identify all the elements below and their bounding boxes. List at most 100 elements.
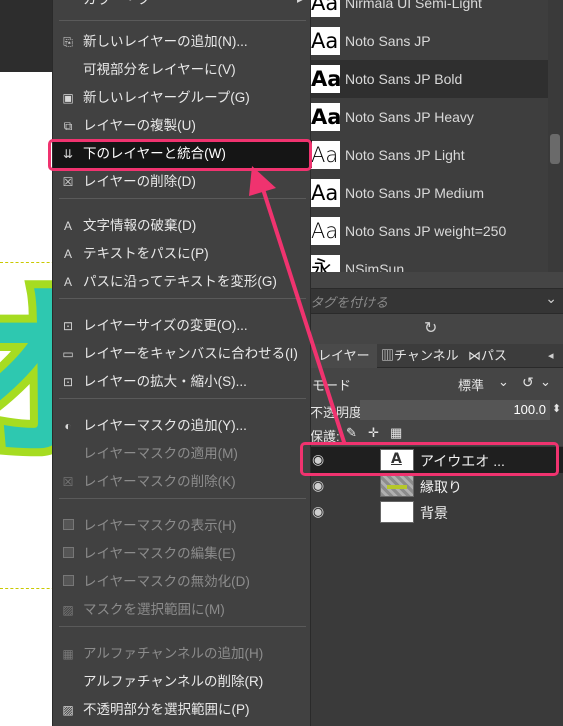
menu-separator (59, 398, 306, 399)
menu-item: レイヤーマスクの編集(E) (53, 540, 312, 568)
chevron-down-icon[interactable]: ⌄ (498, 374, 509, 390)
menu-item-label: レイヤーマスクの削除(K) (83, 474, 236, 489)
menu-separator (59, 198, 306, 199)
scrollbar-thumb[interactable] (550, 134, 560, 164)
lock-alpha-icon[interactable]: ▦ (390, 425, 402, 441)
font-preview: Aa (310, 27, 340, 55)
font-name: Nirmala UI Semi-Light (345, 0, 482, 11)
menu-item-label: 可視部分をレイヤーに(V) (83, 62, 236, 77)
duplicate-layer-icon: ⧉ (63, 119, 73, 133)
tab-channels[interactable]: ▥チャンネル (378, 344, 468, 368)
dock-tabs: レイヤー ▥チャンネル ⋈パス ◂ (300, 344, 563, 368)
font-list-item[interactable]: 永 NSimSun (300, 250, 550, 272)
layers-list: ◉ A アイウエオ ... ◉ 縁取り ◉ 背景 (300, 446, 563, 726)
tag-bar[interactable]: タグを付ける ⌄ (300, 288, 563, 314)
menu-item[interactable]: ▭ レイヤーをキャンバスに合わせる(I) (53, 340, 312, 368)
font-list-item[interactable]: Aa Noto Sans JP Heavy (300, 98, 550, 136)
checkbox-icon (61, 547, 75, 561)
menu-item-color-tag[interactable]: カラー・フー ▸ (53, 0, 312, 14)
mode-select[interactable]: 標準 (458, 375, 484, 394)
menu-item[interactable]: ⇊ 下のレイヤーと統合(W) (53, 140, 312, 168)
tag-input[interactable]: タグを付ける (310, 292, 388, 311)
lock-row: 保護: ✎ ✛ ▦ (300, 424, 563, 444)
font-list-item[interactable]: Aa Noto Sans JP Medium (300, 174, 550, 212)
mode-label: モード (312, 378, 352, 393)
eye-icon[interactable]: ◉ (312, 478, 324, 494)
menu-item[interactable]: A パスに沿ってテキストを変形(G) (53, 268, 312, 296)
layer-row[interactable]: ◉ 縁取り (300, 473, 563, 499)
menu-item[interactable]: A テキストをパスに(P) (53, 240, 312, 268)
delete-layer-icon: ☒ (62, 175, 74, 189)
menu-item-label: レイヤーの削除(D) (83, 174, 196, 189)
menu-item[interactable]: 可視部分をレイヤーに(V) (53, 56, 312, 84)
new-layer-group-icon: ▣ (62, 91, 74, 105)
layer-size-icon: ⊡ (62, 319, 74, 333)
font-list-item[interactable]: Aa Noto Sans JP Light (300, 136, 550, 174)
font-name: Noto Sans JP weight=250 (345, 223, 507, 239)
chevron-down-icon[interactable]: ⌄ (545, 291, 557, 307)
menu-item: ▨ マスクを選択範囲に(M) (53, 596, 312, 624)
menu-item-label: レイヤーをキャンバスに合わせる(I) (83, 346, 298, 361)
tab-paths-label: パス (481, 348, 508, 363)
menu-item[interactable]: ▣ 新しいレイヤーグループ(G) (53, 84, 312, 112)
font-list-item[interactable]: Aa Noto Sans JP weight=250 (300, 212, 550, 250)
menu-item-label: 新しいレイヤーの追加(N)... (83, 34, 248, 49)
menu-item: ▦ アルファチャンネルの追加(H) (53, 640, 312, 668)
layer-row[interactable]: ◉ A アイウエオ ... (300, 447, 563, 473)
font-list-item[interactable]: Aa Noto Sans JP (300, 22, 550, 60)
font-preview: Aa (310, 217, 340, 245)
font-list-item[interactable]: Aa Nirmala UI Semi-Light (300, 0, 550, 22)
tab-paths[interactable]: ⋈パス (468, 344, 528, 368)
add-mask-icon: ◐ (64, 419, 72, 433)
menu-item-label: レイヤーマスクの表示(H) (83, 518, 237, 533)
menu-item[interactable]: ⊡ レイヤーの拡大・縮小(S)... (53, 368, 312, 396)
layer-name: 背景 (420, 505, 448, 521)
scale-layer-icon: ⊡ (62, 375, 74, 389)
menu-item[interactable]: ▨ 不透明部分を選択範囲に(P) (53, 696, 312, 724)
mask-to-selection-icon: ▨ (62, 603, 74, 617)
dock-menu-icon[interactable]: ◂ (548, 344, 562, 368)
menu-item[interactable]: ◐ レイヤーマスクの追加(Y)... (53, 412, 312, 440)
menu-item-label: アルファチャンネルの削除(R) (83, 674, 264, 689)
spin-arrows-icon[interactable]: ⬍ (552, 402, 561, 415)
layer-thumbnail (380, 501, 414, 523)
eye-icon[interactable]: ◉ (312, 504, 324, 520)
menu-item[interactable]: ⎘ 新しいレイヤーの追加(N)... (53, 28, 312, 56)
gimp-window: オ AaNirmala UI Semi-LightAaNoto Sans JPA… (0, 0, 563, 726)
menu-item[interactable]: ⧉ レイヤーの複製(U) (53, 112, 312, 140)
layer-boundary (0, 262, 60, 263)
menu-item[interactable]: アルファチャンネルの削除(R) (53, 668, 312, 696)
lock-pixels-icon[interactable]: ✎ (346, 425, 357, 441)
submenu-arrow-icon: ▸ (297, 0, 303, 6)
menu-item[interactable]: ⊡ レイヤーサイズの変更(O)... (53, 312, 312, 340)
text-icon: A (63, 219, 72, 233)
paths-icon: ⋈ (468, 348, 481, 363)
reset-mode-icon[interactable]: ↺ (522, 374, 534, 391)
image-canvas[interactable]: オ (0, 0, 60, 726)
eye-icon[interactable]: ◉ (312, 452, 324, 468)
lock-position-icon[interactable]: ✛ (368, 425, 379, 441)
checkbox-box (62, 519, 74, 530)
layer-row[interactable]: ◉ 背景 (300, 499, 563, 525)
font-list-item[interactable]: Aa Noto Sans JP Bold (300, 60, 550, 98)
checkbox-icon (61, 519, 75, 533)
merge-down-icon: ⇊ (62, 147, 74, 161)
tab-channels-label: チャンネル (394, 348, 459, 363)
menu-item[interactable]: ☒ レイヤーの削除(D) (53, 168, 312, 196)
mode-row: モード 標準 ⌄ ↺ ⌄ (300, 372, 563, 396)
font-preview: Aa (310, 0, 340, 17)
refresh-icon[interactable]: ↻ (424, 318, 437, 337)
menu-item-label: レイヤーマスクの追加(Y)... (83, 418, 247, 433)
chevron-down-icon[interactable]: ⌄ (540, 374, 551, 390)
delete-mask-icon: ☒ (62, 475, 74, 489)
opacity-field[interactable]: 100.0 (360, 400, 550, 420)
menu-separator (59, 498, 306, 499)
right-dock: Aa Nirmala UI Semi-Light Aa Noto Sans JP Aa N… (300, 0, 563, 726)
menu-item-label: レイヤーマスクの適用(M) (83, 446, 238, 461)
menu-item[interactable]: A 文字情報の破棄(D) (53, 212, 312, 240)
menu-item-label: 下のレイヤーと統合(W) (83, 146, 226, 161)
checkbox-box (62, 575, 74, 586)
menu-item-label: 不透明部分を選択範囲に(P) (83, 702, 250, 717)
menu-item-label: 新しいレイヤーグループ(G) (83, 90, 250, 105)
opacity-label: 不透明度 (310, 405, 363, 420)
